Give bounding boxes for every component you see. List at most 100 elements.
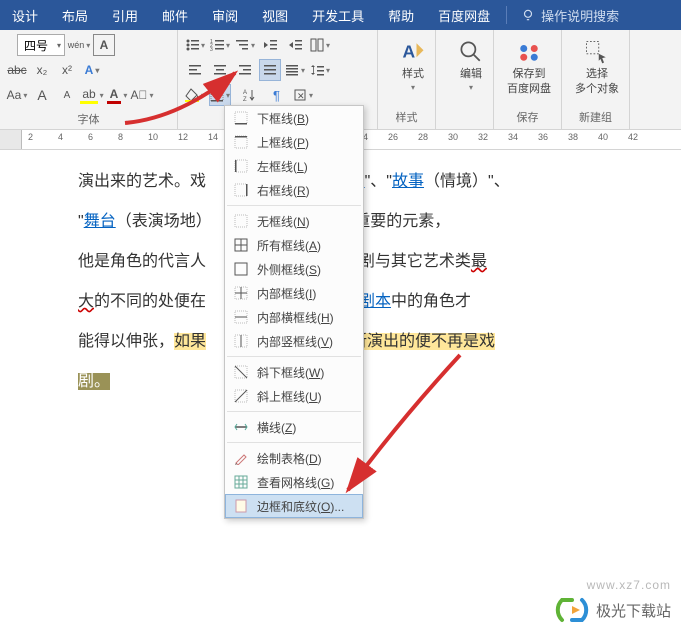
doc-line-6: 剧。	[78, 362, 651, 402]
group-label-styles: 样式	[384, 107, 429, 127]
watermark-logo-icon	[554, 596, 590, 624]
border-icon-b	[233, 110, 249, 126]
border-menu-v[interactable]: 内部竖框线(V)	[225, 329, 363, 353]
border-menu-h[interactable]: 内部横框线(H)	[225, 305, 363, 329]
border-icon-l	[233, 158, 249, 174]
font-color-button[interactable]: A	[106, 84, 128, 106]
border-menu-w[interactable]: 斜下框线(W)	[225, 360, 363, 384]
styles-button[interactable]: A 样式 ▾	[384, 34, 442, 97]
border-menu-n[interactable]: 无框线(N)	[225, 209, 363, 233]
save-to-baidu-button[interactable]: 保存到 百度网盘	[500, 34, 558, 100]
border-menu-a[interactable]: 所有框线(A)	[225, 233, 363, 257]
doc-line-1: 演出来的艺术。戏 xxxxxxxxxx 括了"演员"、"故事（情境）"、	[78, 162, 651, 202]
border-menu-z[interactable]: 横线(Z)	[225, 415, 363, 439]
border-menu-p[interactable]: 上框线(P)	[225, 130, 363, 154]
tell-me-search[interactable]: 操作说明搜索	[511, 6, 629, 25]
group-font: 四号 wén A abc x₂ x² A Aa A A ab A A⃝ 字体	[0, 30, 178, 129]
font-size-select[interactable]: 四号	[17, 34, 65, 56]
menubar-divider	[506, 6, 507, 24]
border-menu-label: 左框线(L)	[257, 158, 308, 175]
align-center-button[interactable]	[209, 59, 231, 81]
pinyin-guide-button[interactable]: wén	[68, 34, 90, 56]
asian-layout-button[interactable]	[309, 34, 331, 56]
border-menu-i[interactable]: 内部框线(I)	[225, 281, 363, 305]
border-menu-l[interactable]: 左框线(L)	[225, 154, 363, 178]
tab-help[interactable]: 帮助	[376, 0, 426, 30]
align-center-icon	[213, 63, 227, 77]
border-menu-b[interactable]: 下框线(B)	[225, 106, 363, 130]
sort-button[interactable]: AZ	[234, 84, 264, 106]
highlighted-text-1: 如果	[174, 333, 206, 350]
borders-button[interactable]	[209, 84, 231, 106]
border-menu-u[interactable]: 斜上框线(U)	[225, 384, 363, 408]
align-right-button[interactable]	[234, 59, 256, 81]
border-menu-label: 绘制表格(D)	[257, 450, 322, 467]
tab-devtools[interactable]: 开发工具	[300, 0, 376, 30]
border-menu-label: 内部竖框线(V)	[257, 333, 333, 350]
border-icon-a	[233, 237, 249, 253]
indent-button[interactable]	[284, 34, 306, 56]
border-menu-d[interactable]: 绘制表格(D)	[225, 446, 363, 470]
border-menu-label: 横线(Z)	[257, 419, 296, 436]
snap-button[interactable]: ✕	[292, 84, 314, 106]
border-menu-s[interactable]: 外侧框线(S)	[225, 257, 363, 281]
highlight-button[interactable]: ab	[81, 84, 103, 106]
pilcrow-icon: ¶	[271, 88, 285, 102]
border-icon-w	[233, 364, 249, 380]
border-menu-r[interactable]: 右框线(R)	[225, 178, 363, 202]
border-menu-label: 外侧框线(S)	[257, 261, 321, 278]
align-left-button[interactable]	[184, 59, 206, 81]
border-menu-label: 所有框线(A)	[257, 237, 321, 254]
distribute-button[interactable]	[284, 59, 306, 81]
search-placeholder: 操作说明搜索	[541, 6, 619, 25]
border-menu-label: 上框线(P)	[257, 134, 309, 151]
tab-design[interactable]: 设计	[0, 0, 50, 30]
shrink-font-button[interactable]: A	[56, 84, 78, 106]
strike-button[interactable]: abc	[6, 59, 28, 81]
bullets-button[interactable]	[184, 34, 206, 56]
watermark: 极光下载站	[554, 596, 671, 624]
tab-layout[interactable]: 布局	[50, 0, 100, 30]
multilevel-button[interactable]	[234, 34, 256, 56]
font-cut-edge	[6, 34, 14, 56]
border-icon-p	[233, 134, 249, 150]
grow-font-button[interactable]: A	[31, 84, 53, 106]
group-label-select: 新建组	[568, 107, 623, 127]
subscript-button[interactable]: x₂	[31, 59, 53, 81]
char-shading-button[interactable]: A⃝	[131, 84, 153, 106]
shading-icon	[185, 88, 199, 102]
link-stage[interactable]: 舞台	[84, 213, 116, 230]
tab-baidudisk[interactable]: 百度网盘	[426, 0, 502, 30]
border-icon-o	[233, 498, 249, 514]
ruler-corner	[0, 130, 22, 149]
multilevel-icon	[235, 38, 249, 52]
line-spacing-button[interactable]	[309, 59, 331, 81]
justify-button[interactable]	[259, 59, 281, 81]
svg-text:A: A	[403, 41, 416, 61]
text-effects-button[interactable]: A	[81, 59, 103, 81]
border-icon-v	[233, 333, 249, 349]
change-case-button[interactable]: Aa	[6, 84, 28, 106]
svg-text:✕: ✕	[297, 91, 305, 101]
border-icon-n	[233, 213, 249, 229]
editing-button[interactable]: 编辑 ▾	[442, 34, 500, 97]
shading-button[interactable]	[184, 84, 206, 106]
select-objects-button[interactable]: 选择 多个对象	[568, 34, 626, 100]
superscript-button[interactable]: x²	[56, 59, 78, 81]
numbering-button[interactable]: 123	[209, 34, 231, 56]
show-marks-button[interactable]: ¶	[267, 84, 289, 106]
border-menu-o[interactable]: 边框和底纹(O)...	[225, 494, 363, 518]
link-story[interactable]: 故事	[392, 173, 424, 190]
border-icon-g	[233, 474, 249, 490]
char-border-button[interactable]: A	[93, 34, 115, 56]
tab-view[interactable]: 视图	[250, 0, 300, 30]
tab-review[interactable]: 审阅	[200, 0, 250, 30]
outdent-button[interactable]	[259, 34, 281, 56]
border-icon-r	[233, 182, 249, 198]
border-menu-g[interactable]: 查看网格线(G)	[225, 470, 363, 494]
tab-references[interactable]: 引用	[100, 0, 150, 30]
find-icon	[457, 38, 485, 66]
tab-mailings[interactable]: 邮件	[150, 0, 200, 30]
border-menu-label: 内部框线(I)	[257, 285, 316, 302]
numbering-icon: 123	[210, 38, 224, 52]
